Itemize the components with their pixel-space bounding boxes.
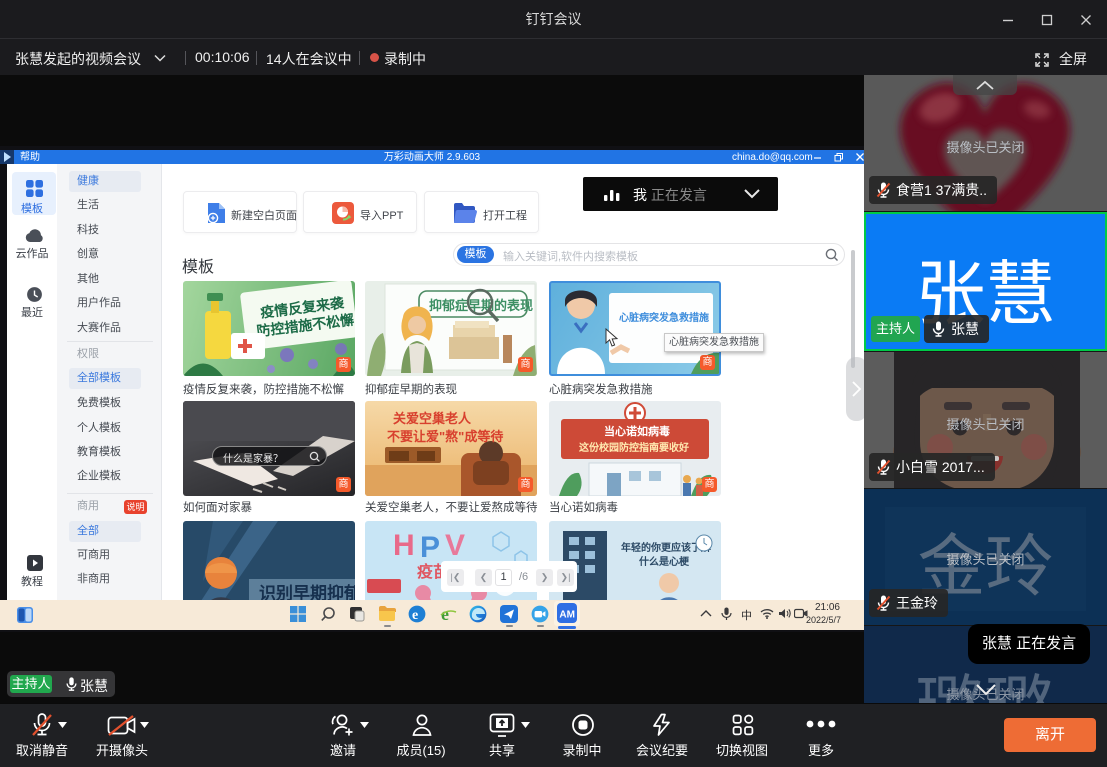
svg-text:V: V — [445, 529, 465, 562]
svg-text:这份校园防控指南要收好: 这份校园防控指南要收好 — [579, 441, 689, 454]
svg-text:AM: AM — [559, 610, 575, 621]
svg-text:抑郁症早期的表现: 抑郁症早期的表现 — [429, 298, 533, 313]
svg-text:H: H — [393, 529, 415, 562]
svg-text:心脏病突发急救措施: 心脏病突发急救措施 — [619, 311, 709, 324]
svg-text:关爱空巢老人: 关爱空巢老人 — [393, 411, 472, 426]
svg-text:不要让爱"熬"成等待: 不要让爱"熬"成等待 — [387, 429, 503, 444]
svg-text:e: e — [412, 608, 418, 623]
svg-text:什么是心梗: 什么是心梗 — [639, 555, 690, 568]
svg-text:当心诺如病毒: 当心诺如病毒 — [604, 424, 670, 438]
svg-text:P: P — [420, 531, 440, 564]
